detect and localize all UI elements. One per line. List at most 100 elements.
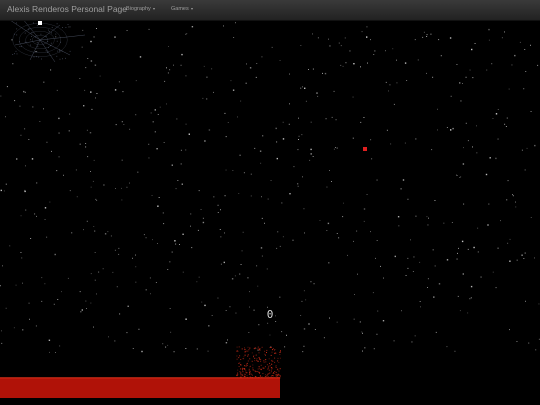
- star: [23, 90, 25, 93]
- star: [443, 222, 445, 224]
- star: [168, 46, 169, 47]
- lava-particle: [271, 367, 273, 369]
- star: [176, 118, 178, 120]
- star: [426, 216, 428, 218]
- star: [90, 302, 92, 304]
- star: [495, 113, 498, 115]
- star: [305, 100, 307, 102]
- star: [476, 152, 478, 154]
- star: [20, 252, 22, 253]
- star: [83, 229, 84, 231]
- star: [185, 33, 187, 35]
- lava-pool-edge: [0, 377, 280, 379]
- star: [249, 67, 252, 69]
- lava-particle: [240, 373, 242, 375]
- lava-particle: [264, 353, 266, 355]
- lava-particle: [270, 346, 272, 348]
- star: [367, 62, 368, 64]
- star: [44, 283, 46, 285]
- lava-particle: [263, 360, 264, 362]
- lava-particle: [251, 360, 253, 362]
- star: [61, 291, 62, 293]
- star: [340, 45, 342, 47]
- lava-particle: [242, 371, 244, 373]
- lava-particle: [266, 375, 268, 376]
- star: [530, 111, 532, 112]
- star: [326, 230, 328, 231]
- lava-particle: [244, 354, 246, 356]
- lava-particle: [238, 346, 240, 348]
- star: [364, 347, 366, 349]
- star: [463, 147, 464, 149]
- star: [152, 121, 154, 123]
- star: [116, 286, 118, 288]
- lava-particle: [247, 355, 249, 357]
- lava-particle: [269, 365, 271, 367]
- web-speck: [36, 42, 38, 44]
- star: [333, 90, 335, 92]
- star: [282, 121, 284, 123]
- lava-particle: [241, 348, 243, 350]
- star: [507, 180, 509, 182]
- star: [121, 199, 123, 201]
- web-speck: [56, 55, 58, 57]
- nav-biography-dropdown[interactable]: Biography: [126, 6, 155, 12]
- star: [450, 129, 452, 131]
- web-speck: [57, 50, 59, 52]
- star: [302, 351, 304, 353]
- lava-particle: [247, 360, 249, 362]
- star: [255, 76, 257, 78]
- web-speck: [40, 33, 42, 35]
- star: [469, 69, 471, 71]
- web-speck: [16, 53, 18, 55]
- star: [488, 39, 490, 41]
- star: [489, 157, 491, 159]
- star: [241, 250, 243, 252]
- lava-particle: [244, 374, 246, 376]
- star: [207, 350, 209, 352]
- star: [359, 321, 361, 323]
- star: [353, 63, 355, 65]
- star: [137, 171, 139, 173]
- lava-particle: [245, 370, 247, 372]
- star: [43, 81, 45, 83]
- star: [300, 87, 302, 89]
- star: [284, 346, 286, 348]
- web-speck: [19, 41, 20, 43]
- star: [202, 217, 204, 219]
- star: [44, 219, 46, 220]
- star: [56, 170, 58, 172]
- star: [512, 195, 514, 197]
- lava-particle: [243, 376, 245, 377]
- star: [49, 351, 50, 353]
- star: [338, 42, 340, 44]
- star: [90, 91, 92, 93]
- lava-particle: [250, 365, 251, 367]
- lava-particle: [254, 357, 256, 359]
- lava-particle: [275, 373, 277, 375]
- web-speck: [38, 56, 40, 58]
- star: [223, 261, 225, 264]
- game-canvas[interactable]: [0, 0, 540, 405]
- lava-particle: [236, 350, 238, 352]
- lava-particle: [258, 357, 260, 359]
- nav-games-dropdown[interactable]: Games: [171, 6, 193, 12]
- star: [497, 109, 499, 110]
- star: [420, 306, 421, 308]
- star: [220, 236, 222, 238]
- star: [524, 49, 526, 50]
- lava-particle: [277, 360, 279, 362]
- star: [525, 300, 526, 302]
- star: [270, 180, 272, 181]
- star: [204, 140, 206, 142]
- star: [69, 190, 71, 192]
- star: [20, 215, 22, 217]
- star: [83, 105, 85, 107]
- lava-particle: [272, 375, 274, 377]
- lava-particle: [278, 362, 280, 363]
- star: [143, 234, 145, 236]
- lava-particle: [248, 373, 250, 375]
- star: [114, 340, 116, 342]
- site-brand-link[interactable]: Alexis Renderos Personal Page: [7, 4, 127, 14]
- star: [24, 128, 26, 130]
